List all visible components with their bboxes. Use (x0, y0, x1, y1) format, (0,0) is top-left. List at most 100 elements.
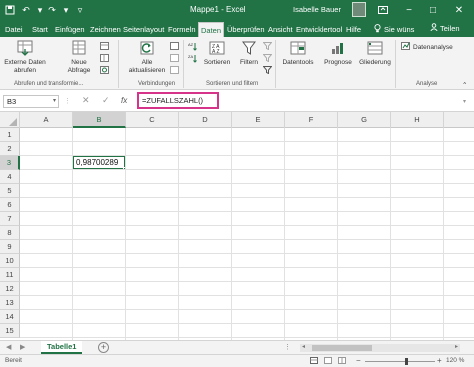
save-icon[interactable] (4, 4, 16, 16)
zoom-slider-knob[interactable] (405, 358, 408, 365)
tab-hilfe[interactable]: Hilfe (344, 22, 363, 37)
column-header-g[interactable]: G (338, 112, 391, 128)
show-queries-icon[interactable] (100, 42, 109, 50)
row-header-8[interactable]: 8 (0, 226, 20, 240)
edit-links-icon[interactable] (170, 66, 179, 74)
tab-formeln[interactable]: Formeln (166, 22, 198, 37)
row-header-7[interactable]: 7 (0, 212, 20, 226)
outline-button[interactable]: Gliederung (356, 40, 394, 67)
column-header-d[interactable]: D (179, 112, 232, 128)
add-sheet-button[interactable]: + (98, 342, 109, 353)
clear-filter-icon[interactable] (263, 42, 272, 50)
scroll-right-icon[interactable]: ▸ (455, 343, 458, 350)
cancel-entry-button[interactable]: ✕ (82, 95, 90, 106)
tab-ansicht[interactable]: Ansicht (266, 22, 295, 37)
tab-daten[interactable]: Daten (198, 22, 225, 37)
column-header-a[interactable]: A (20, 112, 73, 128)
zoom-in-button[interactable]: + (437, 356, 442, 365)
scroll-left-icon[interactable]: ◂ (302, 343, 305, 350)
forecast-button[interactable]: Prognose (320, 40, 356, 67)
share-button[interactable]: Teilen (430, 23, 460, 33)
get-external-data-button[interactable]: Externe Daten abrufen (3, 40, 47, 75)
row-header-3[interactable]: 3 (0, 156, 20, 170)
grid-line-horizontal (20, 239, 474, 240)
active-cell-b3[interactable]: 0,98700289 (72, 155, 126, 170)
maximize-button[interactable]: □ (422, 0, 444, 20)
collapse-ribbon-icon[interactable]: ⌃ (462, 81, 467, 89)
next-sheet-icon[interactable]: ▶ (20, 343, 25, 351)
page-break-view-icon[interactable] (338, 357, 346, 366)
row-header-10[interactable]: 10 (0, 254, 20, 268)
tab-seitenlayout[interactable]: Seitenlayout (121, 22, 166, 37)
user-name[interactable]: Isabelle Bauer (293, 5, 341, 14)
row-header-4[interactable]: 4 (0, 170, 20, 184)
ribbon-display-options-icon[interactable] (372, 0, 394, 20)
row-header-9[interactable]: 9 (0, 240, 20, 254)
sort-descending-icon[interactable]: ZA (188, 54, 198, 63)
from-table-icon[interactable] (100, 54, 109, 62)
avatar[interactable] (352, 2, 366, 17)
undo-icon[interactable]: ↶ (20, 4, 32, 16)
zoom-level[interactable]: 120 % (446, 357, 464, 364)
column-header-h[interactable]: H (391, 112, 444, 128)
reapply-filter-icon[interactable] (263, 54, 272, 62)
recent-sources-icon[interactable] (100, 66, 109, 74)
prev-sheet-icon[interactable]: ◀ (6, 343, 11, 351)
tab-datei[interactable]: Datei (3, 22, 25, 37)
confirm-entry-button[interactable]: ✓ (102, 95, 110, 106)
sort-button[interactable]: Z AA Z Sortieren (200, 40, 234, 67)
zoom-slider[interactable] (365, 358, 435, 365)
column-header-e[interactable]: E (232, 112, 285, 128)
new-query-button[interactable]: Neue Abfrage (60, 40, 98, 75)
refresh-all-button[interactable]: Alle aktualisieren (124, 40, 170, 75)
name-box-dropdown-icon[interactable]: ▾ (53, 96, 56, 107)
tell-me-search[interactable]: Sie wüns (374, 24, 414, 35)
lightbulb-icon (374, 24, 381, 35)
status-text: Bereit (5, 357, 22, 364)
horizontal-scroll-thumb[interactable] (312, 345, 372, 351)
horizontal-scrollbar[interactable]: ◂ ▸ (300, 344, 460, 352)
row-header-6[interactable]: 6 (0, 198, 20, 212)
insert-function-button[interactable]: fx (121, 96, 127, 105)
zoom-out-button[interactable]: − (356, 356, 361, 365)
advanced-filter-icon[interactable] (263, 66, 272, 74)
data-tools-button[interactable]: Datentools (278, 40, 318, 67)
expand-formula-bar-icon[interactable]: ▾ (463, 98, 466, 105)
close-button[interactable]: ✕ (448, 0, 470, 20)
redo-icon[interactable]: ↷ (46, 4, 58, 16)
tab-ueberpruefen[interactable]: Überprüfen (225, 22, 267, 37)
column-header-f[interactable]: F (285, 112, 338, 128)
sheet-tab-tabelle1[interactable]: Tabelle1 (41, 341, 83, 354)
row-header-13[interactable]: 13 (0, 296, 20, 310)
tab-zeichnen[interactable]: Zeichnen (88, 22, 123, 37)
spreadsheet-grid[interactable]: ABCDEFGH 1 2 3 4 5 6 7 8 9 10 11 12 13 14 15 0,9870028… (0, 112, 474, 340)
redo-dropdown-icon[interactable]: ▾ (60, 4, 72, 16)
cell-area[interactable]: 0,98700289 (20, 128, 474, 340)
row-header-15[interactable]: 15 (0, 324, 20, 338)
sort-ascending-icon[interactable]: AZ (188, 42, 198, 51)
row-header-11[interactable]: 11 (0, 268, 20, 282)
tab-start[interactable]: Start (30, 22, 50, 37)
column-header-b[interactable]: B (73, 112, 126, 128)
minimize-button[interactable]: − (398, 0, 420, 20)
select-all-corner[interactable] (0, 112, 20, 128)
row-header-1[interactable]: 1 (0, 128, 20, 142)
row-header-2[interactable]: 2 (0, 142, 20, 156)
sheet-options-icon[interactable]: ⋮ (284, 343, 291, 351)
column-header-c[interactable]: C (126, 112, 179, 128)
properties-icon[interactable] (170, 54, 179, 62)
normal-view-icon[interactable] (310, 357, 318, 366)
tab-entwicklertools[interactable]: Entwicklertool (294, 22, 344, 37)
page-layout-view-icon[interactable] (324, 357, 332, 366)
customize-quick-access-icon[interactable]: ▿ (74, 4, 86, 16)
row-header-5[interactable]: 5 (0, 184, 20, 198)
row-header-12[interactable]: 12 (0, 282, 20, 296)
tab-einfuegen[interactable]: Einfügen (53, 22, 87, 37)
undo-dropdown-icon[interactable]: ▾ (34, 4, 46, 16)
data-analysis-button[interactable]: Datenanalyse (401, 42, 453, 52)
name-box[interactable]: B3 ▾ (3, 95, 59, 108)
formula-input[interactable]: =ZUFALLSZAHL() (137, 92, 219, 109)
filter-button[interactable]: Filtern (235, 40, 263, 67)
row-header-14[interactable]: 14 (0, 310, 20, 324)
connections-icon[interactable] (170, 42, 179, 50)
